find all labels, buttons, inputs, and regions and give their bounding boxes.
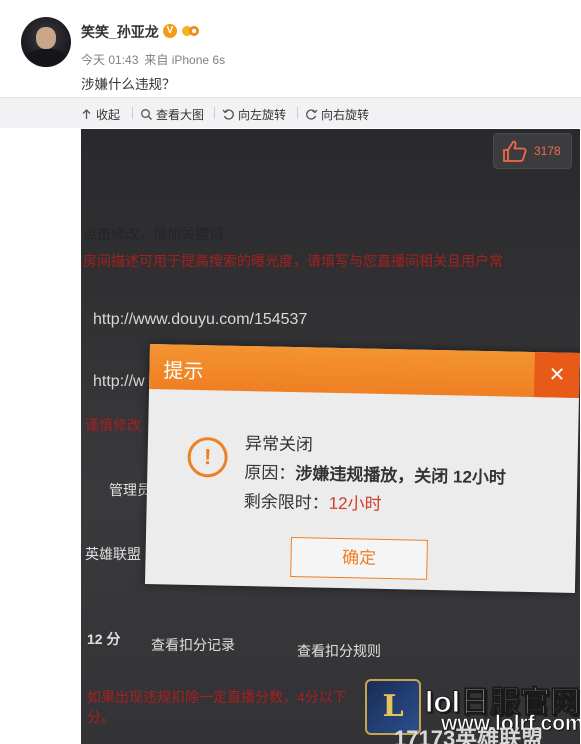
remaining-label: 剩余限时：: [243, 491, 329, 513]
bg-score-record-link: 查看扣分记录: [151, 637, 235, 653]
ok-button[interactable]: 确定: [290, 536, 428, 580]
post-header: 笑笑_孙亚龙 V 今天 01:43 来自 iPhone 6s 涉嫌什么违规？: [0, 0, 581, 97]
bg-score-rule-link: 查看扣分规则: [297, 643, 381, 659]
bg-room-url: http://www.douyu.com/154537: [93, 311, 308, 328]
toolbar-divider: [214, 107, 215, 119]
post-source: 来自 iPhone 6s: [144, 53, 226, 67]
verified-badge-icon: V: [163, 24, 177, 38]
alert-dialog: 提示 × ! 异常关闭 原因：涉嫌违规播放，关闭 12小时 剩余限时：12小时 …: [144, 344, 580, 593]
post-meta: 今天 01:43 来自 iPhone 6s: [81, 51, 225, 68]
dialog-reason: 原因：涉嫌违规播放，关闭 12小时: [244, 458, 506, 488]
view-large-label: 查看大图: [156, 108, 205, 122]
dialog-remaining: 剩余限时：12小时: [244, 487, 382, 515]
rotate-right-icon: [306, 109, 318, 120]
rotate-left-button[interactable]: 向左旋转: [214, 106, 287, 123]
bg-hint-line: 点击修改，增加关键词: [83, 226, 223, 242]
rotate-left-label: 向左旋转: [238, 108, 287, 122]
rotate-right-button[interactable]: 向右旋转: [297, 106, 370, 123]
author-name[interactable]: 笑笑_孙亚龙: [81, 22, 159, 42]
dialog-title: 提示: [163, 360, 204, 384]
post-time[interactable]: 今天 01:43: [81, 53, 138, 67]
remaining-value: 12小时: [328, 493, 382, 514]
bg-edit-note: 谨慎修改: [85, 417, 141, 433]
reason-label: 原因：: [244, 463, 296, 484]
toolbar-divider: [132, 107, 133, 119]
avatar-face: [36, 27, 56, 49]
image-toolbar: 收起 查看大图 向左旋转 向右旋转: [0, 97, 581, 128]
like-button[interactable]: 3178: [493, 133, 572, 169]
post-photo[interactable]: 3178 点击修改，增加关键词 房间描述可用于提高搜索的曝光度，请填写与您直播间…: [81, 129, 580, 744]
post-text: 涉嫌什么违规？: [81, 77, 176, 92]
bg-room-url-2: http://w: [93, 373, 145, 390]
bg-manager-label: 管理员: [109, 482, 151, 498]
bg-footer-line-2: 分。: [87, 709, 115, 725]
bg-footer-line: 如果出现违规扣除一定直播分数，4分以下: [87, 689, 347, 705]
bg-score: 12 分: [87, 631, 121, 647]
avatar-body: [27, 49, 65, 67]
watermark-17173: 17173英雄联盟: [394, 726, 544, 744]
medal-icon[interactable]: [182, 24, 200, 38]
bg-game-label: 英雄联盟: [85, 546, 141, 562]
view-large-button[interactable]: 查看大图: [132, 106, 205, 123]
collapse-icon: [82, 109, 91, 119]
toolbar-divider: [297, 107, 298, 119]
reason-value: 涉嫌违规播放，关闭 12小时: [295, 464, 507, 488]
bg-description-line: 房间描述可用于提高搜索的曝光度，请填写与您直播间相关且用户常: [83, 253, 503, 269]
close-icon[interactable]: ×: [533, 352, 580, 398]
rotate-right-label: 向右旋转: [321, 108, 370, 122]
warning-icon: !: [187, 436, 229, 478]
thumbs-up-icon: [503, 140, 527, 162]
like-count: 3178: [534, 144, 561, 158]
collapse-label: 收起: [96, 108, 121, 122]
dialog-heading: 异常关闭: [244, 434, 314, 455]
collapse-button[interactable]: 收起: [80, 106, 120, 123]
rotate-left-icon: [222, 109, 234, 120]
dialog-header: 提示 ×: [149, 344, 580, 398]
zoom-icon: [141, 109, 152, 120]
avatar[interactable]: [21, 17, 71, 67]
